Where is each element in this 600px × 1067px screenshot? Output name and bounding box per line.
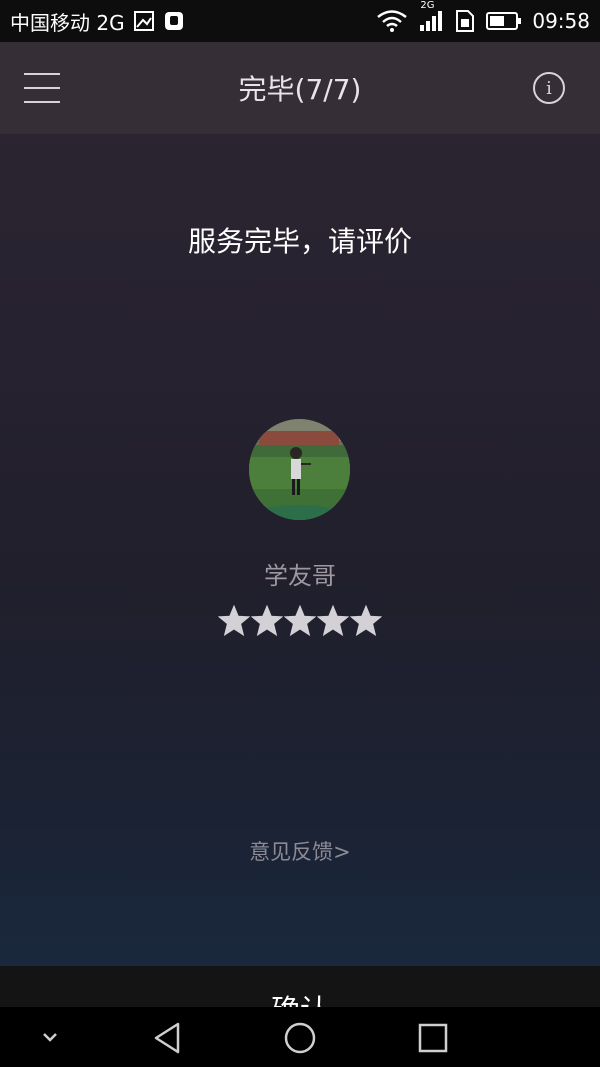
- home-icon[interactable]: [282, 1020, 318, 1056]
- star-icon[interactable]: [283, 604, 317, 637]
- hamburger-menu-icon[interactable]: [22, 71, 62, 105]
- page-title: 完毕(7/7): [238, 73, 362, 106]
- battery-icon: [486, 11, 522, 31]
- star-icon[interactable]: [217, 604, 251, 637]
- driver-name: 学友哥: [264, 562, 336, 590]
- app-screen: 完毕(7/7) i 服务完毕，请评价 学友哥 意见反馈> 确认: [0, 42, 600, 1049]
- recents-icon[interactable]: [415, 1020, 451, 1056]
- rating-prompt: 服务完毕，请评价: [187, 225, 412, 258]
- collapse-chevron-icon[interactable]: [32, 1020, 68, 1056]
- clock: 09:58: [532, 9, 590, 33]
- carrier-label: 中国移动 2G: [10, 10, 125, 35]
- back-icon[interactable]: [150, 1020, 186, 1056]
- wifi-icon: [376, 9, 408, 33]
- star-icon[interactable]: [316, 604, 350, 637]
- star-rating[interactable]: [217, 604, 383, 641]
- avatar: [249, 419, 350, 520]
- info-icon[interactable]: i: [533, 72, 565, 104]
- status-bar: 中国移动 2G 2G 09:58: [0, 0, 600, 42]
- gallery-notification-icon: [133, 10, 155, 32]
- feedback-link[interactable]: 意见反馈>: [0, 836, 600, 866]
- star-icon[interactable]: [250, 604, 284, 637]
- info-glyph: i: [546, 77, 552, 99]
- star-icon[interactable]: [349, 604, 383, 637]
- system-nav-bar: [0, 1007, 600, 1067]
- sim-icon: [454, 9, 476, 33]
- signal-icon: 2G: [418, 0, 444, 33]
- network-type-badge: 2G: [420, 0, 435, 11]
- top-bar: 完毕(7/7) i: [0, 42, 600, 134]
- app-notification-icon: [163, 10, 185, 32]
